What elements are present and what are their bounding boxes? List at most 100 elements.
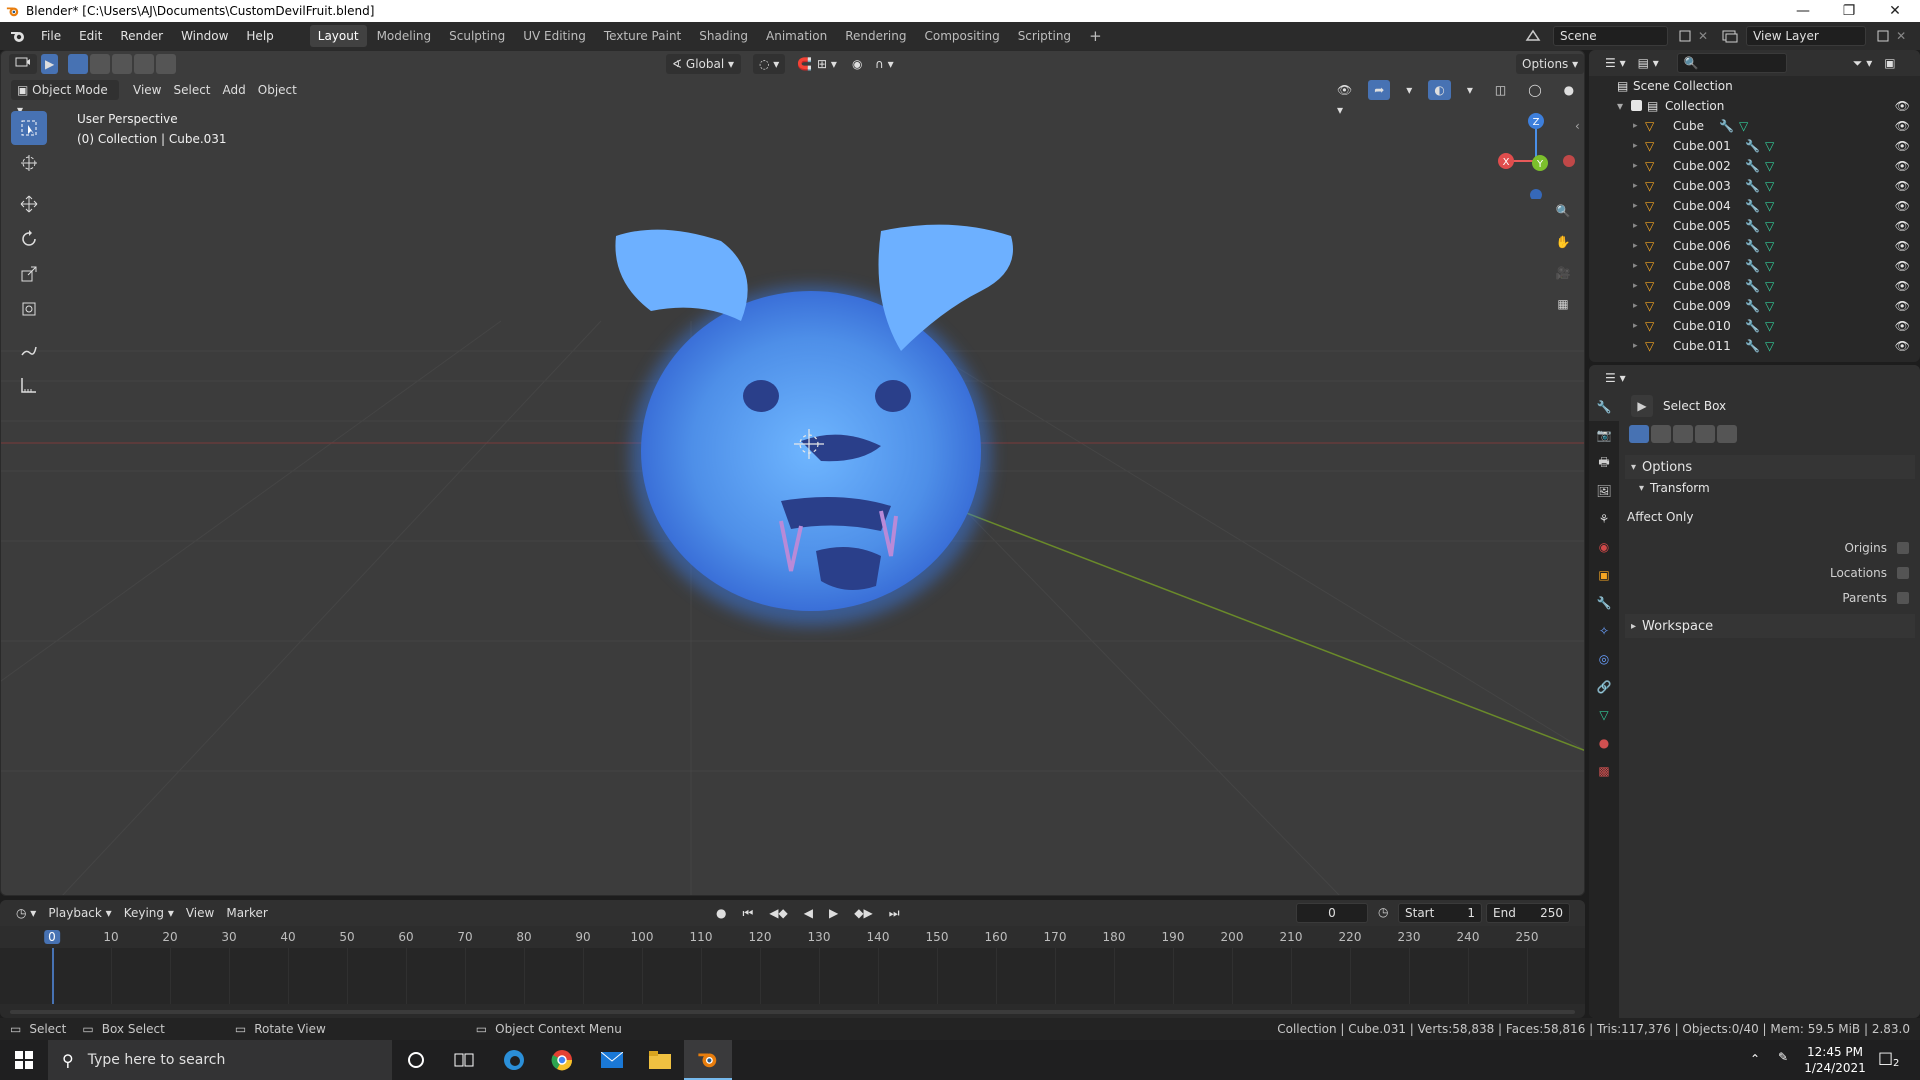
mode-intersect-icon[interactable]	[1717, 425, 1737, 443]
blender-menu-icon[interactable]	[10, 28, 26, 44]
output-tab-icon[interactable]: 🖶	[1589, 449, 1619, 477]
overlay-dropdown[interactable]: ▾	[1461, 80, 1479, 100]
end-frame-field[interactable]: End 250	[1486, 903, 1570, 923]
blender-taskbar-icon[interactable]	[684, 1040, 732, 1080]
scene-icon[interactable]	[1525, 28, 1541, 44]
visibility-eye-icon[interactable]: 👁	[1895, 159, 1910, 173]
clock[interactable]: 12:45 PM 1/24/2021	[1800, 1044, 1870, 1076]
clock-icon[interactable]: ◷	[1378, 905, 1388, 919]
locations-checkbox[interactable]	[1897, 566, 1909, 579]
mesh-data-icon[interactable]: ▽	[1765, 259, 1774, 273]
mesh-data-icon[interactable]: ▽	[1765, 219, 1774, 233]
collection-checkbox[interactable]	[1631, 100, 1642, 111]
timeline-scrollbar[interactable]	[10, 1010, 1575, 1014]
visibility-eye-icon[interactable]: 👁	[1895, 239, 1910, 253]
expand-icon[interactable]: ▸	[1633, 281, 1638, 291]
expand-icon[interactable]: ▸	[1633, 181, 1638, 191]
prev-keyframe-icon[interactable]: ◀◆	[763, 903, 793, 923]
physics-tab-icon[interactable]: ◎	[1589, 645, 1619, 673]
outliner-row-object[interactable]: ▸ ▽ Cube.006 🔧 ▽ 👁	[1589, 236, 1920, 256]
editor-type-button[interactable]	[9, 54, 37, 74]
display-mode-icon[interactable]: ▤ ▾	[1632, 53, 1665, 73]
expand-icon[interactable]: ▸	[1633, 221, 1638, 231]
expand-icon[interactable]: ▸	[1633, 161, 1638, 171]
overlay-toggle-icon[interactable]: ◐	[1428, 80, 1451, 100]
gizmo-neg-x[interactable]	[1563, 155, 1575, 167]
cortana-icon[interactable]	[392, 1040, 440, 1080]
visibility-eye-icon[interactable]: 👁	[1895, 179, 1910, 193]
outliner-row-object[interactable]: ▸ ▽ Cube.009 🔧 ▽ 👁	[1589, 296, 1920, 316]
object-tab-icon[interactable]: ▣	[1589, 561, 1619, 589]
mail-icon[interactable]	[588, 1040, 636, 1080]
select-new-icon[interactable]	[68, 54, 89, 74]
transform-subpanel-header[interactable]: ▾ Transform	[1639, 481, 1710, 495]
parents-option[interactable]: Parents	[1625, 585, 1915, 610]
timeline-ruler[interactable]: 0 10 20 30 40 50 60 70 80 90 100 110 120 130 140 150 160…	[0, 926, 1585, 948]
mode-set-icon[interactable]	[1629, 425, 1649, 443]
modifier-icon[interactable]: 🔧	[1745, 299, 1760, 313]
delete-view-layer-icon[interactable]: ✕	[1896, 29, 1906, 43]
scene-tab-icon[interactable]: ⚘	[1589, 505, 1619, 533]
select-intersect-icon[interactable]	[156, 54, 177, 74]
expand-icon[interactable]: ▸	[1633, 141, 1638, 151]
taskbar-search-box[interactable]: ⚲ Type here to search	[48, 1040, 392, 1080]
options-dropdown[interactable]: Options ▾	[1516, 54, 1584, 74]
measure-tool[interactable]	[11, 368, 47, 402]
record-icon[interactable]: ●	[710, 903, 732, 923]
next-keyframe-icon[interactable]: ◆▶	[848, 903, 878, 923]
expand-icon[interactable]: ▸	[1633, 301, 1638, 311]
gizmo-neg-z[interactable]	[1530, 189, 1542, 199]
modifier-icon[interactable]: 🔧	[1745, 259, 1760, 273]
outliner-row-object[interactable]: ▸ ▽ Cube.004 🔧 ▽ 👁	[1589, 196, 1920, 216]
start-frame-field[interactable]: Start 1	[1398, 903, 1482, 923]
workspace-panel-header[interactable]: ▸ Workspace	[1625, 614, 1915, 638]
pivot-point-dropdown[interactable]: ◌ ▾	[753, 54, 786, 74]
menu-playback[interactable]: Playback ▾	[42, 903, 117, 923]
modifier-icon[interactable]: 🔧	[1719, 119, 1734, 133]
mesh-data-icon[interactable]: ▽	[1739, 119, 1748, 133]
texture-tab-icon[interactable]: ▩	[1589, 757, 1619, 785]
chrome-icon[interactable]	[538, 1040, 586, 1080]
mesh-data-icon[interactable]: ▽	[1765, 339, 1774, 353]
visibility-eye-icon[interactable]: 👁	[1895, 99, 1910, 113]
start-button[interactable]	[0, 1040, 48, 1080]
outliner-row-object[interactable]: ▸ ▽ Cube.001 🔧 ▽ 👁	[1589, 136, 1920, 156]
camera-view-icon[interactable]: 🎥	[1549, 259, 1577, 287]
sidebar-toggle-icon[interactable]: ‹	[1575, 119, 1580, 133]
outliner-row-object[interactable]: ▸ ▽ Cube.007 🔧 ▽ 👁	[1589, 256, 1920, 276]
render-tab-icon[interactable]: 📷	[1589, 421, 1619, 449]
visibility-eye-icon[interactable]: 👁	[1895, 279, 1910, 293]
xray-toggle-icon[interactable]: ◫	[1489, 80, 1512, 100]
select-tool-header-icon[interactable]: ▶	[41, 54, 59, 74]
move-tool[interactable]	[11, 187, 47, 221]
outliner-row-collection[interactable]: ▾ ▤ Collection 👁	[1589, 96, 1920, 116]
menu-add[interactable]: Add	[217, 80, 252, 100]
select-invert-icon[interactable]	[134, 54, 155, 74]
modifier-tab-icon[interactable]: 🔧	[1589, 589, 1619, 617]
modifier-icon[interactable]: 🔧	[1745, 199, 1760, 213]
wireframe-shading-icon[interactable]: ◯	[1522, 80, 1547, 100]
transform-tool[interactable]	[11, 292, 47, 326]
modifier-icon[interactable]: 🔧	[1745, 179, 1760, 193]
expand-icon[interactable]: ▸	[1633, 121, 1638, 131]
visibility-eye-icon[interactable]: 👁	[1895, 199, 1910, 213]
visibility-eye-icon[interactable]: 👁	[1895, 339, 1910, 353]
tab-texture-paint[interactable]: Texture Paint	[596, 25, 689, 47]
zoom-icon[interactable]: 🔍	[1549, 197, 1577, 225]
play-reverse-icon[interactable]: ◀	[798, 903, 819, 923]
mesh-data-icon[interactable]: ▽	[1765, 239, 1774, 253]
timeline-track-area[interactable]	[0, 948, 1585, 1004]
options-panel-header[interactable]: ▾ Options	[1625, 455, 1915, 479]
select-subtract-icon[interactable]	[112, 54, 133, 74]
modifier-icon[interactable]: 🔧	[1745, 319, 1760, 333]
outliner-row-object[interactable]: ▸ ▽ Cube.005 🔧 ▽ 👁	[1589, 216, 1920, 236]
mesh-data-icon[interactable]: ▽	[1765, 279, 1774, 293]
snap-target-dropdown[interactable]: ⊞ ▾	[811, 54, 843, 74]
origins-checkbox[interactable]	[1897, 541, 1909, 554]
falloff-dropdown[interactable]: ∩ ▾	[869, 54, 900, 74]
particles-tab-icon[interactable]: ✧	[1589, 617, 1619, 645]
tab-modeling[interactable]: Modeling	[369, 25, 440, 47]
visibility-eye-icon[interactable]: 👁	[1895, 259, 1910, 273]
material-tab-icon[interactable]: ●	[1589, 729, 1619, 757]
play-icon[interactable]: ▶	[823, 903, 844, 923]
